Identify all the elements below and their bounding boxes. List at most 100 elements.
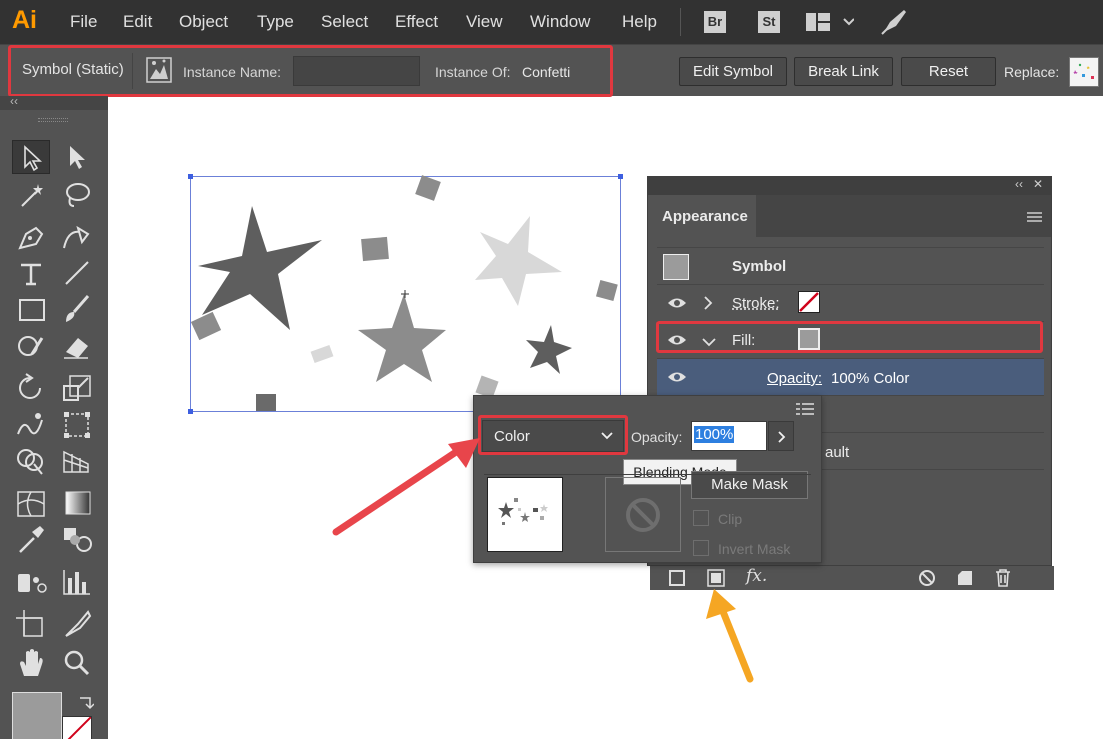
perspective-grid-tool-icon[interactable]: [58, 444, 96, 478]
column-graph-tool-icon[interactable]: [58, 564, 96, 598]
delete-icon[interactable]: [994, 568, 1012, 593]
pen-tool-icon[interactable]: [12, 220, 50, 254]
add-stroke-icon[interactable]: [668, 569, 686, 592]
eye-icon[interactable]: [667, 368, 687, 391]
stroke-label[interactable]: Stroke:: [732, 295, 780, 312]
hamburger-menu-icon[interactable]: [796, 402, 814, 421]
opacity-slider-toggle[interactable]: [768, 421, 794, 451]
confetti-piece: [415, 175, 441, 201]
stroke-swatch[interactable]: [62, 716, 92, 739]
panel-titlebar: ‹‹ ✕: [648, 177, 1051, 195]
lasso-tool-icon[interactable]: [58, 178, 96, 212]
confetti-piece: [361, 236, 389, 262]
stock-button[interactable]: St: [758, 11, 780, 33]
light-star: [475, 216, 562, 306]
type-tool-icon[interactable]: [12, 256, 50, 290]
eyedropper-tool-icon[interactable]: [12, 522, 50, 556]
blend-tool-icon[interactable]: [58, 522, 96, 556]
slice-tool-icon[interactable]: [58, 606, 96, 640]
control-bar: Symbol (Static) Instance Name: Instance …: [0, 44, 1103, 97]
collapse-panel-icon[interactable]: ‹‹: [1015, 177, 1023, 191]
bridge-button[interactable]: Br: [704, 11, 726, 33]
opacity-input[interactable]: 100%: [691, 421, 767, 451]
selection-tool-icon[interactable]: [12, 140, 50, 174]
eraser-tool-icon[interactable]: [58, 328, 96, 362]
menu-type[interactable]: Type: [257, 12, 294, 32]
free-transform-tool-icon[interactable]: [58, 408, 96, 442]
break-link-button[interactable]: Break Link: [794, 57, 893, 86]
make-mask-button[interactable]: Make Mask: [691, 471, 808, 499]
collapse-icon[interactable]: ‹‹: [10, 94, 18, 108]
confetti-piece: [595, 279, 618, 302]
warp-tool-icon[interactable]: [12, 408, 50, 442]
tab-appearance[interactable]: Appearance: [648, 195, 756, 237]
highlight-box-control: [8, 45, 613, 97]
duplicate-item-icon[interactable]: [956, 569, 974, 592]
tools-header: ‹‹: [0, 94, 108, 110]
large-star: [198, 206, 322, 330]
mask-thumbnail[interactable]: [605, 477, 681, 552]
menu-object[interactable]: Object: [179, 12, 228, 32]
edit-symbol-button[interactable]: Edit Symbol: [679, 57, 787, 86]
opacity-label[interactable]: Opacity:: [767, 370, 822, 387]
grey-star: [358, 294, 446, 382]
default-label: ault: [825, 444, 850, 461]
clip-checkbox[interactable]: [693, 510, 709, 526]
fill-swatch[interactable]: [12, 692, 62, 739]
scale-tool-icon[interactable]: [58, 370, 96, 404]
curvature-tool-icon[interactable]: [58, 220, 96, 254]
artwork-thumbnail[interactable]: [487, 477, 563, 552]
app-logo: Ai: [12, 6, 37, 34]
symbol-sprayer-tool-icon[interactable]: [12, 564, 50, 598]
opacity-row[interactable]: Opacity: 100% Color: [657, 359, 1044, 396]
direct-selection-tool-icon[interactable]: [58, 140, 96, 174]
rectangle-tool-icon[interactable]: [12, 292, 50, 326]
swap-fill-stroke-icon[interactable]: [76, 694, 95, 717]
menu-view[interactable]: View: [466, 12, 503, 32]
symbol-header-row[interactable]: Symbol: [657, 247, 1044, 285]
invert-mask-label: Invert Mask: [718, 541, 791, 557]
workspace-layout-icon[interactable]: [806, 12, 855, 39]
rotate-tool-icon[interactable]: [12, 370, 50, 404]
mesh-tool-icon[interactable]: [12, 486, 50, 520]
eye-icon[interactable]: [667, 294, 687, 317]
confetti-piece: [310, 344, 334, 364]
symbol-header-label: Symbol: [732, 258, 787, 275]
confetti-piece: [256, 394, 276, 411]
menu-file[interactable]: File: [70, 12, 97, 32]
stroke-row[interactable]: Stroke:: [657, 285, 1044, 322]
reset-button[interactable]: Reset: [901, 57, 996, 86]
magic-wand-tool-icon[interactable]: [12, 178, 50, 212]
menu-window[interactable]: Window: [530, 12, 590, 32]
line-tool-icon[interactable]: [58, 256, 96, 290]
panel-menu-icon[interactable]: [1027, 211, 1043, 229]
zoom-tool-icon[interactable]: [58, 646, 96, 680]
confetti-artwork[interactable]: [190, 170, 630, 420]
fx-icon[interactable]: fx.: [746, 566, 767, 586]
grip-handle[interactable]: [38, 118, 68, 122]
menu-effect[interactable]: Effect: [395, 12, 438, 32]
separator: [484, 474, 811, 475]
clear-appearance-icon[interactable]: [918, 569, 936, 592]
artboard-tool-icon[interactable]: [12, 606, 50, 640]
shaper-tool-icon[interactable]: [12, 328, 50, 362]
shape-builder-tool-icon[interactable]: [12, 444, 50, 478]
gradient-tool-icon[interactable]: [58, 486, 96, 520]
no-mask-icon: [626, 498, 660, 532]
chevron-right-icon: [778, 431, 786, 443]
menu-help[interactable]: Help: [622, 12, 657, 32]
menu-select[interactable]: Select: [321, 12, 368, 32]
close-panel-icon[interactable]: ✕: [1033, 177, 1043, 191]
red-arrow-annotation: [332, 438, 480, 536]
tab-appearance-label: Appearance: [662, 208, 748, 225]
hand-tool-icon[interactable]: [12, 646, 50, 680]
menu-edit[interactable]: Edit: [123, 12, 152, 32]
replace-symbol-swatch[interactable]: [1069, 57, 1099, 87]
replace-label: Replace:: [1004, 64, 1060, 80]
menu-bar: Ai File Edit Object Type Select Effect V…: [0, 0, 1103, 44]
stroke-none-swatch[interactable]: [798, 291, 820, 313]
invert-mask-checkbox[interactable]: [693, 540, 709, 556]
paintbrush-tool-icon[interactable]: [58, 292, 96, 326]
rocket-icon[interactable]: [880, 8, 910, 41]
chevron-right-icon[interactable]: [703, 295, 713, 316]
